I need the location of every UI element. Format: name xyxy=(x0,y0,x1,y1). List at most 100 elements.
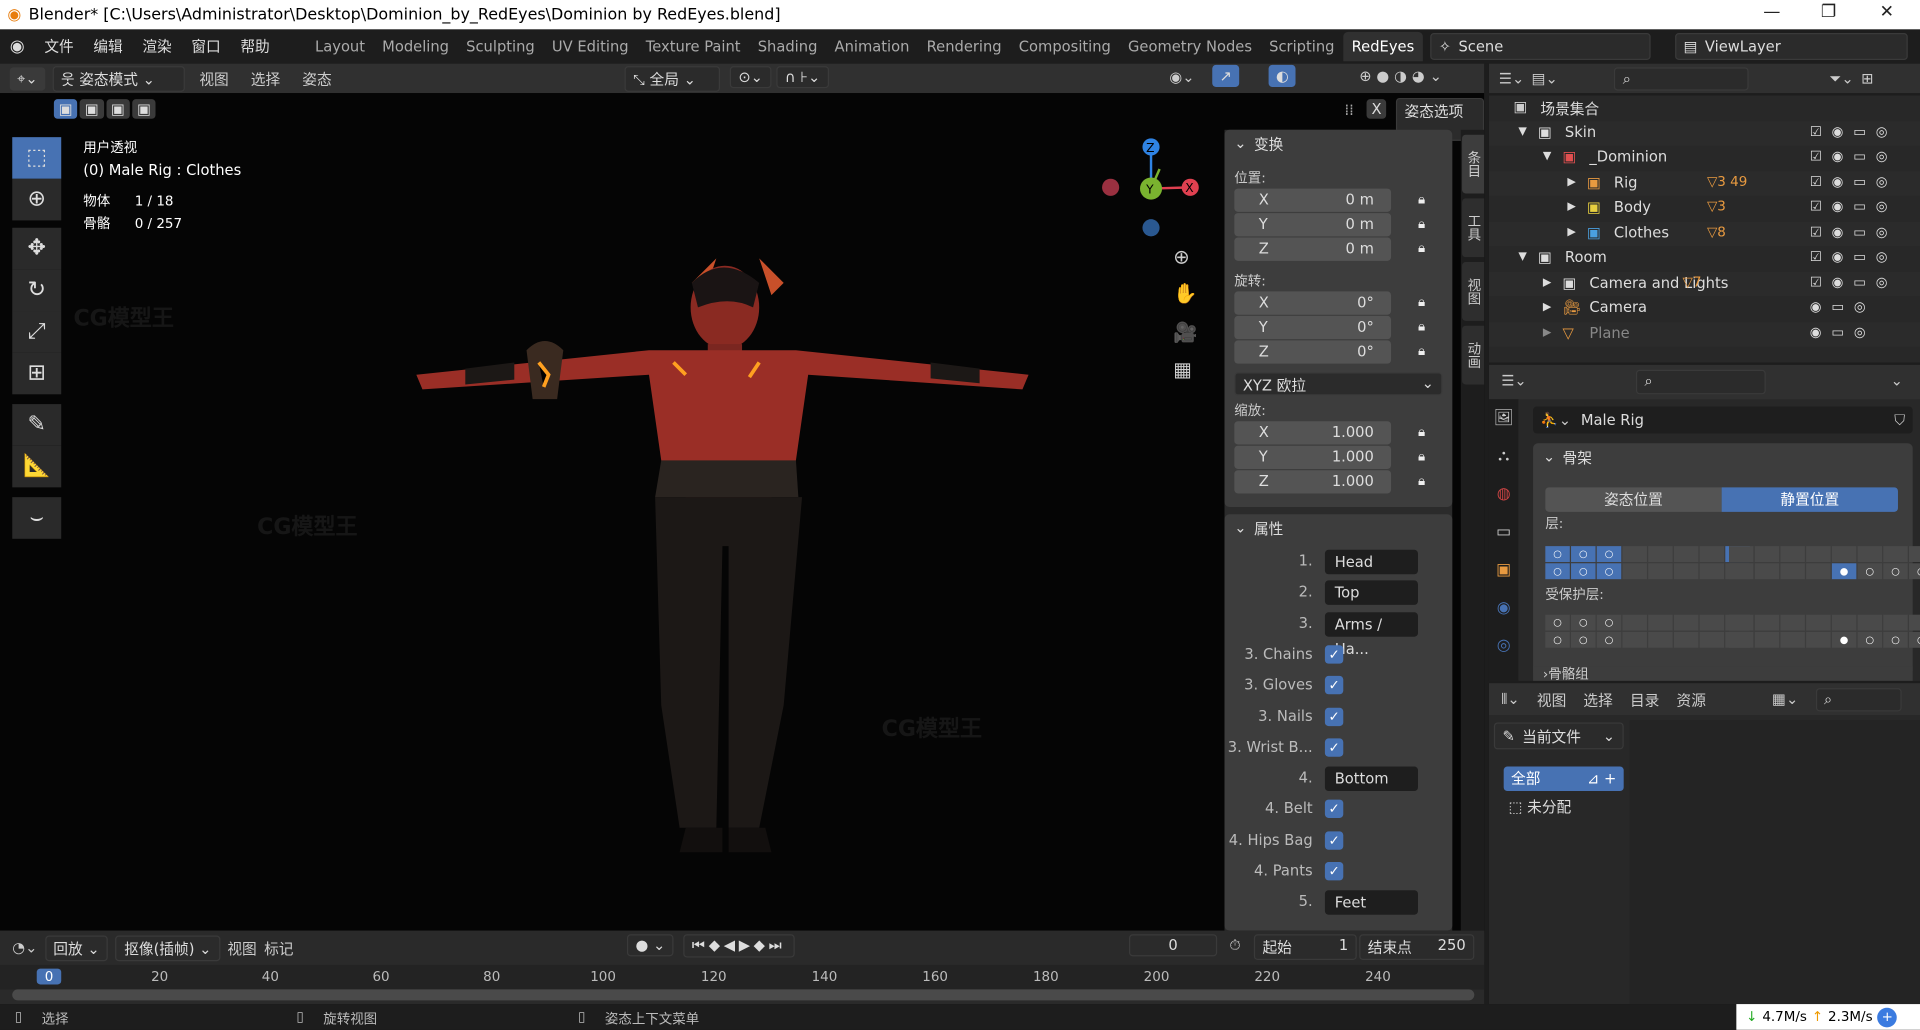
library-dropdown[interactable]: ✎ 当前文件 ⌄ xyxy=(1493,722,1624,750)
menu-select[interactable]: 选择 xyxy=(1583,689,1612,710)
pose-tool[interactable]: ⌣ xyxy=(12,497,62,539)
layer-cell[interactable]: ○ xyxy=(1596,563,1622,580)
layer-cell[interactable] xyxy=(1673,631,1699,648)
layer-cell[interactable] xyxy=(1673,614,1699,631)
object-name-field[interactable]: ⛹⌄ Male Rig ⛉ xyxy=(1533,406,1913,434)
outliner-search[interactable]: ⌕ xyxy=(1614,66,1749,91)
navigation-gizmo[interactable]: Z X Y xyxy=(1096,132,1206,242)
lock-icon[interactable]: 🔒︎ xyxy=(1418,294,1425,311)
disclosure-triangle-icon[interactable]: ▶ xyxy=(1543,301,1551,313)
layer-cell[interactable] xyxy=(1699,546,1725,563)
property-checkbox[interactable]: ✓ xyxy=(1324,738,1344,757)
zoom-icon[interactable]: ⊕ xyxy=(1173,245,1189,268)
x-mirror-toggle[interactable]: X xyxy=(1366,99,1387,119)
location-y-field[interactable]: Y 0 m xyxy=(1234,213,1392,237)
menu-view[interactable]: 视图 xyxy=(227,937,256,958)
gizmo-toggle[interactable]: ↗ xyxy=(1212,64,1240,87)
lock-icon[interactable]: 🔒︎ xyxy=(1418,216,1425,233)
scale-y-field[interactable]: Y 1.000 xyxy=(1234,445,1392,469)
disclosure-triangle-icon[interactable]: ▼ xyxy=(1518,251,1526,263)
pivot-dropdown[interactable]: ⊙⌄ xyxy=(729,66,772,89)
viewlayer-selector[interactable]: ▤ ViewLayer xyxy=(1675,33,1908,61)
layer-cell[interactable] xyxy=(1728,546,1754,563)
property-text-field[interactable]: Head xyxy=(1324,549,1418,575)
outliner-row[interactable]: ▼ ▣ Skin ☑◉▭◎ xyxy=(1488,120,1920,146)
layer-cell[interactable]: ○ xyxy=(1596,631,1622,648)
properties-editor-icon[interactable]: ☰⌄ xyxy=(1501,372,1526,389)
tab-shading[interactable]: Shading xyxy=(749,32,826,61)
transform-panel-header[interactable]: ⌄ 变换 xyxy=(1225,130,1453,157)
asset-search[interactable]: ⌕ xyxy=(1815,687,1902,711)
layer-cell[interactable]: ○ xyxy=(1596,614,1622,631)
skeleton-panel-header[interactable]: ⌄ 骨架 xyxy=(1533,443,1913,470)
layer-cell[interactable]: ○ xyxy=(1883,631,1908,648)
property-checkbox[interactable]: ✓ xyxy=(1324,676,1344,695)
property-text-field[interactable]: Feet xyxy=(1324,890,1418,916)
tab-scripting[interactable]: Scripting xyxy=(1261,32,1344,61)
keying-menu[interactable]: 抠像(插帧) ⌄ xyxy=(115,934,221,961)
layer-cell[interactable] xyxy=(1780,614,1805,631)
timeline-editor-icon[interactable]: ◔⌄ xyxy=(12,939,37,956)
location-x-field[interactable]: X 0 m xyxy=(1234,188,1392,212)
scale-z-field[interactable]: Z 1.000 xyxy=(1234,470,1392,494)
outliner-row[interactable]: ▣ 场景集合 xyxy=(1489,96,1920,120)
display-grid-icon[interactable]: ▦⌄ xyxy=(1772,691,1798,708)
menu-assets[interactable]: 资源 xyxy=(1677,689,1706,710)
disclosure-triangle-icon[interactable]: ▶ xyxy=(1567,176,1575,188)
auto-keying-toggle[interactable]: ● ⌄ xyxy=(626,934,674,957)
property-checkbox[interactable]: ✓ xyxy=(1324,862,1344,881)
collection-tab-icon[interactable]: ▭ xyxy=(1489,513,1518,551)
layer-cell[interactable] xyxy=(1908,546,1920,563)
playback-menu[interactable]: 回放 ⌄ xyxy=(44,934,109,961)
disclosure-triangle-icon[interactable]: ▶ xyxy=(1543,326,1551,338)
layer-cell[interactable] xyxy=(1806,631,1831,648)
current-frame-field[interactable]: 0 xyxy=(1128,934,1218,957)
layer-cell[interactable] xyxy=(1699,563,1725,580)
layer-cell[interactable] xyxy=(1806,614,1831,631)
visibility-toggles[interactable]: ☑◉▭◎ xyxy=(1810,123,1897,139)
bone-groups-panel[interactable]: › 骨骼组 xyxy=(1533,666,1913,681)
visibility-toggles[interactable]: ☑◉▭◎ xyxy=(1810,198,1897,214)
tab-animation[interactable]: 动画 xyxy=(1462,325,1485,385)
layer-cell[interactable] xyxy=(1728,563,1754,580)
lock-icon[interactable]: 🔒︎ xyxy=(1418,318,1425,335)
tab-view[interactable]: 视图 xyxy=(1462,262,1485,321)
tab-sculpting[interactable]: Sculpting xyxy=(458,32,544,61)
menu-marker[interactable]: 标记 xyxy=(264,937,293,958)
tab-compositing[interactable]: Compositing xyxy=(1010,32,1119,61)
annotate-tool[interactable]: ✎ xyxy=(12,404,62,446)
menu-view[interactable]: 视图 xyxy=(192,68,236,89)
layer-cell[interactable] xyxy=(1648,614,1673,631)
restore-button[interactable]: ❐ xyxy=(1821,2,1836,22)
layer-cell[interactable] xyxy=(1622,546,1647,563)
layer-cell[interactable]: ○ xyxy=(1545,546,1570,563)
layer-cell[interactable] xyxy=(1648,631,1673,648)
start-frame-field[interactable]: 起始 1 xyxy=(1253,934,1357,961)
menu-render[interactable]: 渲染 xyxy=(133,29,182,63)
lock-icon[interactable]: 🔒︎ xyxy=(1418,424,1425,441)
layer-cell[interactable]: ● xyxy=(1831,563,1857,580)
end-frame-field[interactable]: 结束点 250 xyxy=(1359,934,1475,961)
scene-selector[interactable]: ✧ Scene xyxy=(1430,33,1651,61)
layer-cell[interactable] xyxy=(1780,631,1805,648)
select-new-icon[interactable]: ▣ xyxy=(53,99,78,119)
timeline-scrollbar[interactable] xyxy=(12,989,1475,1001)
tab-geometry-nodes[interactable]: Geometry Nodes xyxy=(1119,32,1260,61)
catalog-all[interactable]: 全部 ⊿ + xyxy=(1503,766,1624,792)
protected-layers-right[interactable]: ●○○○ xyxy=(1728,614,1920,648)
layer-cell[interactable] xyxy=(1883,614,1908,631)
move-tool[interactable]: ✥ xyxy=(12,227,62,270)
layer-cell[interactable] xyxy=(1622,563,1647,580)
rotate-tool[interactable]: ↻ xyxy=(12,269,62,312)
layer-cell[interactable] xyxy=(1648,563,1673,580)
lock-icon[interactable]: 🔒︎ xyxy=(1418,343,1425,360)
tab-animation[interactable]: Animation xyxy=(826,32,918,61)
visibility-toggles[interactable]: ☑◉▭◎ xyxy=(1810,274,1897,290)
lock-icon[interactable]: 🔒︎ xyxy=(1418,448,1425,465)
visibility-icon[interactable]: ◉⌄ xyxy=(1169,69,1194,86)
layer-cell[interactable]: ○ xyxy=(1545,631,1570,648)
outliner-row[interactable]: ▶ ▣ Rig ▽3 49 ☑◉▭◎ xyxy=(1488,170,1920,196)
layer-cell[interactable]: ○ xyxy=(1571,631,1596,648)
bone-layers-right[interactable]: ●○○○ xyxy=(1728,546,1920,580)
tab-texture-paint[interactable]: Texture Paint xyxy=(637,32,749,61)
